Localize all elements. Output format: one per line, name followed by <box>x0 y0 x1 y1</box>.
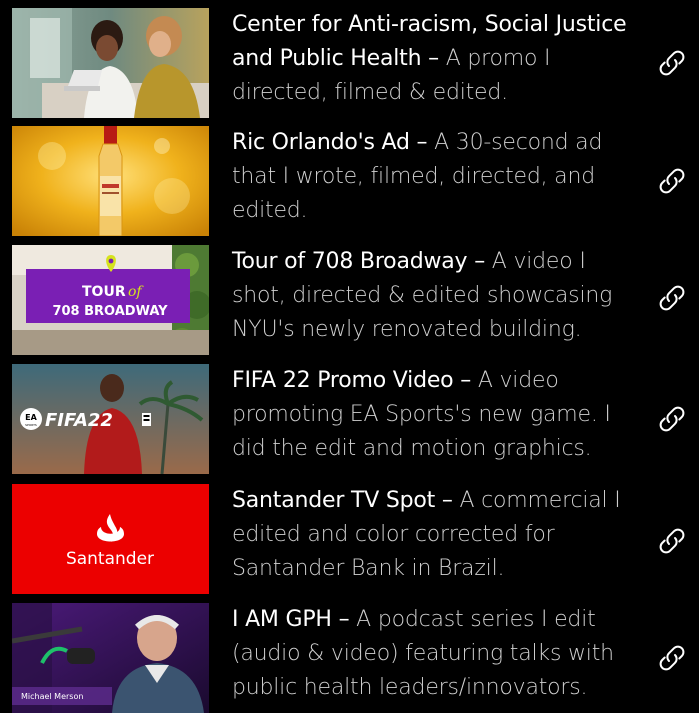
project-title-link[interactable]: Ric Orlando's Ad <box>232 130 410 155</box>
thumb-tour-text: TOUR <box>82 284 126 300</box>
project-item: Michael Merson I AM GPH – A podcast seri… <box>0 603 699 713</box>
project-thumbnail-center-anti-racism[interactable] <box>12 8 209 118</box>
podcast-guest-image: Michael Merson <box>12 603 209 713</box>
separator-dash: – <box>428 46 439 71</box>
project-title-link[interactable]: FIFA 22 Promo Video <box>232 368 454 393</box>
separator-dash: – <box>460 368 472 393</box>
link-icon[interactable] <box>655 402 689 436</box>
separator-dash: – <box>416 130 428 155</box>
project-item: Center for Anti-racism, Social Justice a… <box>0 8 699 118</box>
thumb-caption-text: Michael Merson <box>21 692 83 701</box>
project-thumbnail-ric-orlando[interactable] <box>12 126 209 236</box>
hot-sauce-bottle-image <box>12 126 209 236</box>
project-item: Ric Orlando's Ad – A 30-second ad that I… <box>0 126 699 236</box>
separator-dash: – <box>338 607 350 632</box>
project-description: FIFA 22 Promo Video – A video promoting … <box>232 364 637 466</box>
project-thumbnail-santander[interactable]: Santander <box>12 484 209 594</box>
thumb-fifa-logo-text: FIFA22 <box>45 410 113 431</box>
thumb-santander-text: Santander <box>66 549 154 569</box>
separator-dash: – <box>441 488 453 513</box>
project-title-link[interactable]: Santander TV Spot <box>232 488 435 513</box>
thumb-sports-text: SPORTS <box>25 423 37 427</box>
link-icon[interactable] <box>655 164 689 198</box>
project-description: Tour of 708 Broadway – A video I shot, d… <box>232 245 637 347</box>
santander-image: Santander <box>12 484 209 594</box>
project-description: I AM GPH – A podcast series I edit (audi… <box>232 603 637 705</box>
project-description: Santander TV Spot – A commercial I edite… <box>232 484 637 586</box>
two-women-laptop-image <box>12 8 209 118</box>
project-description: Ric Orlando's Ad – A 30-second ad that I… <box>232 126 637 228</box>
link-icon[interactable] <box>655 46 689 80</box>
fifa22-image: EA SPORTS FIFA22 <box>12 364 209 474</box>
thumb-ea-text: EA <box>25 413 37 422</box>
link-icon[interactable] <box>655 281 689 315</box>
project-list: Center for Anti-racism, Social Justice a… <box>0 0 699 713</box>
project-title-link[interactable]: I AM GPH <box>232 607 332 632</box>
project-description: Center for Anti-racism, Social Justice a… <box>232 8 637 110</box>
separator-dash: – <box>474 249 485 274</box>
link-icon[interactable] <box>655 641 689 675</box>
project-item: Santander Santander TV Spot – A commerci… <box>0 484 699 594</box>
link-icon[interactable] <box>655 524 689 558</box>
project-thumbnail-tour-708[interactable]: TOUR of 708 BROADWAY <box>12 245 209 355</box>
project-item: EA SPORTS FIFA22 FIFA 22 Promo Video – A… <box>0 364 699 474</box>
project-item: TOUR of 708 BROADWAY Tour of 708 Broadwa… <box>0 245 699 355</box>
thumb-broadway-text: 708 BROADWAY <box>52 304 168 319</box>
project-thumbnail-i-am-gph[interactable]: Michael Merson <box>12 603 209 713</box>
project-thumbnail-fifa22[interactable]: EA SPORTS FIFA22 <box>12 364 209 474</box>
tour-708-broadway-image: TOUR of 708 BROADWAY <box>12 245 209 355</box>
project-title-link[interactable]: Tour of 708 Broadway <box>232 249 468 274</box>
